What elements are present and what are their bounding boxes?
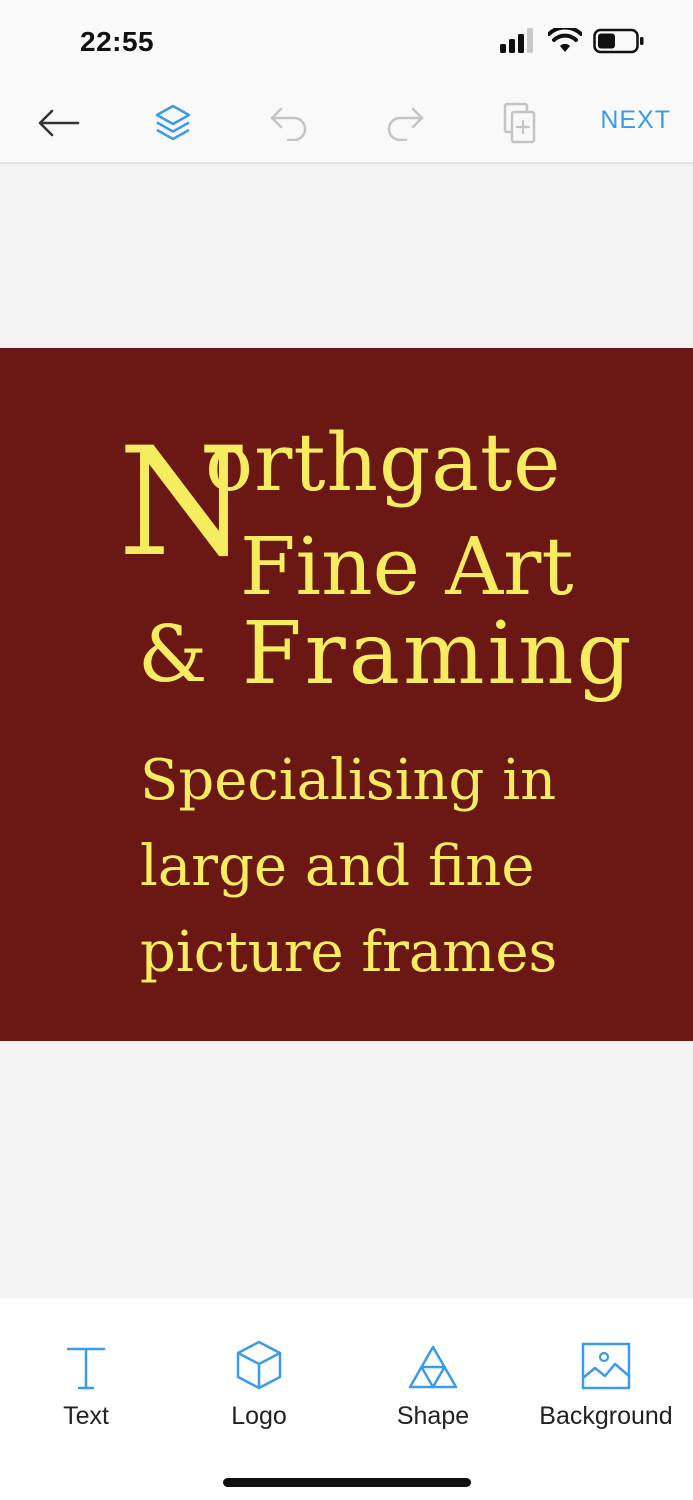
background-tool-label: Background [539, 1402, 673, 1430]
shape-tool-button[interactable]: Shape [353, 1338, 513, 1431]
redo-icon [387, 107, 424, 141]
text-tool-label: Text [63, 1402, 109, 1430]
logo-tool-button[interactable]: Logo [179, 1338, 339, 1431]
layers-button[interactable] [149, 100, 197, 146]
home-indicator[interactable] [223, 1478, 471, 1487]
back-button[interactable] [34, 100, 82, 146]
background-tool-button[interactable]: Background [526, 1338, 686, 1431]
image-icon [581, 1342, 631, 1390]
undo-button[interactable] [265, 100, 313, 146]
canvas-area[interactable]: N orthgate Fine Art & Framing Specialisi… [0, 164, 693, 1298]
editor-toolbar: NEXT [0, 84, 693, 164]
next-button[interactable]: NEXT [600, 106, 671, 135]
battery-icon [593, 28, 644, 54]
status-time: 22:55 [80, 26, 155, 57]
redo-button[interactable] [381, 100, 429, 146]
add-page-button[interactable] [496, 100, 544, 146]
add-page-icon [503, 102, 536, 144]
title-ampersand[interactable]: & [138, 610, 207, 700]
title-line-2[interactable]: Fine Art [240, 520, 574, 613]
text-icon [66, 1347, 106, 1390]
layers-icon [155, 104, 191, 141]
title-line-3[interactable]: Framing [242, 604, 635, 704]
signal-icon [500, 28, 533, 53]
title-line-1[interactable]: orthgate [205, 416, 561, 509]
design-artboard[interactable]: N orthgate Fine Art & Framing Specialisi… [0, 348, 693, 1041]
arrow-left-icon [38, 109, 80, 137]
subtitle-line: Specialising in [140, 748, 557, 813]
subtitle-line: picture frames [140, 920, 558, 985]
subtitle-line: large and fine [140, 834, 535, 899]
shape-tool-label: Shape [396, 1402, 470, 1430]
text-tool-button[interactable]: Text [6, 1338, 166, 1431]
triangles-icon [408, 1345, 458, 1389]
wifi-icon [548, 28, 582, 52]
logo-tool-label: Logo [231, 1402, 287, 1430]
status-bar: 22:55 [0, 0, 693, 84]
undo-icon [270, 107, 307, 141]
bottom-toolbar: Text Logo Shape Background [0, 1298, 693, 1500]
subtitle-text[interactable]: Specialising in large and fine picture f… [140, 738, 600, 996]
cube-icon [236, 1340, 282, 1390]
